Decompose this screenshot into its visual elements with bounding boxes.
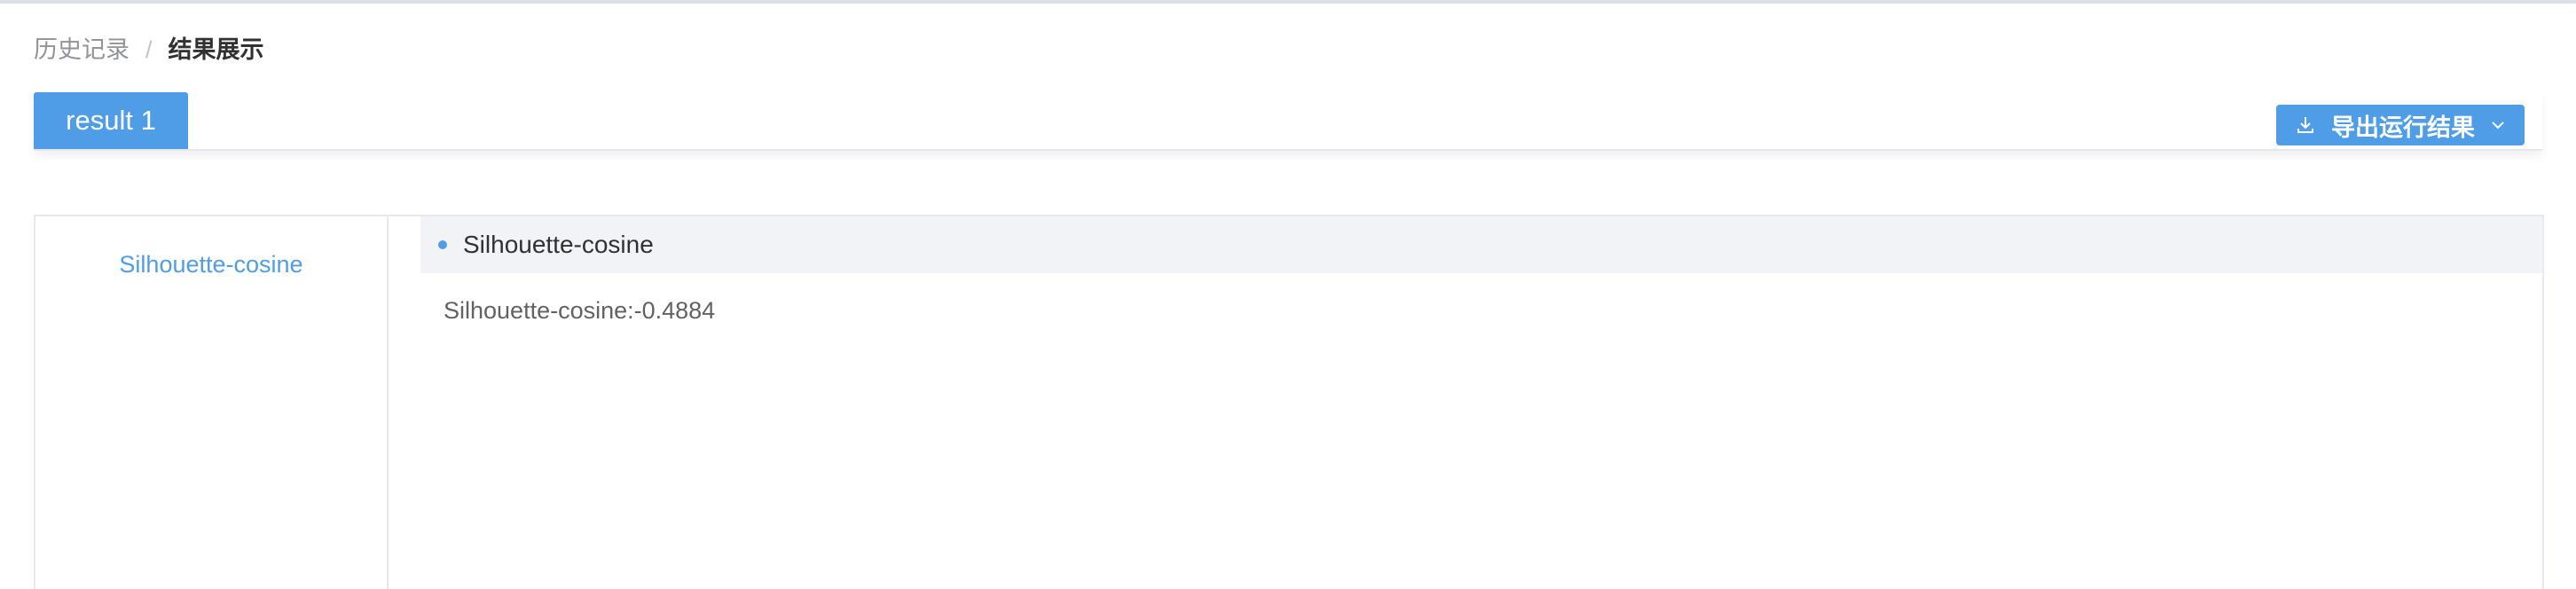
- top-divider: [0, 0, 2576, 4]
- tab-bar: result 1: [34, 92, 2542, 151]
- metric-content: Silhouette-cosine Silhouette-cosine:-0.4…: [420, 216, 2542, 589]
- download-icon: [2297, 117, 2313, 133]
- sidebar-item-silhouette-cosine[interactable]: Silhouette-cosine: [35, 245, 387, 284]
- metric-value-text: Silhouette-cosine:-0.4884: [444, 297, 716, 324]
- chevron-down-icon: [2492, 122, 2504, 130]
- metric-sidebar: Silhouette-cosine: [35, 216, 389, 589]
- bullet-dot: [438, 240, 447, 249]
- export-results-label: 导出运行结果: [2331, 114, 2475, 141]
- tab-result-1[interactable]: result 1: [34, 92, 188, 149]
- section-header: Silhouette-cosine: [420, 216, 2542, 273]
- breadcrumb-item-current: 结果展示: [168, 36, 264, 63]
- export-results-button[interactable]: 导出运行结果: [2276, 105, 2525, 145]
- breadcrumb: 历史记录 / 结果展示: [34, 34, 264, 66]
- section-title: Silhouette-cosine: [463, 231, 654, 258]
- breadcrumb-separator: /: [145, 36, 153, 63]
- breadcrumb-item-history[interactable]: 历史记录: [34, 34, 130, 66]
- results-panel: Silhouette-cosine Silhouette-cosine Silh…: [34, 215, 2544, 589]
